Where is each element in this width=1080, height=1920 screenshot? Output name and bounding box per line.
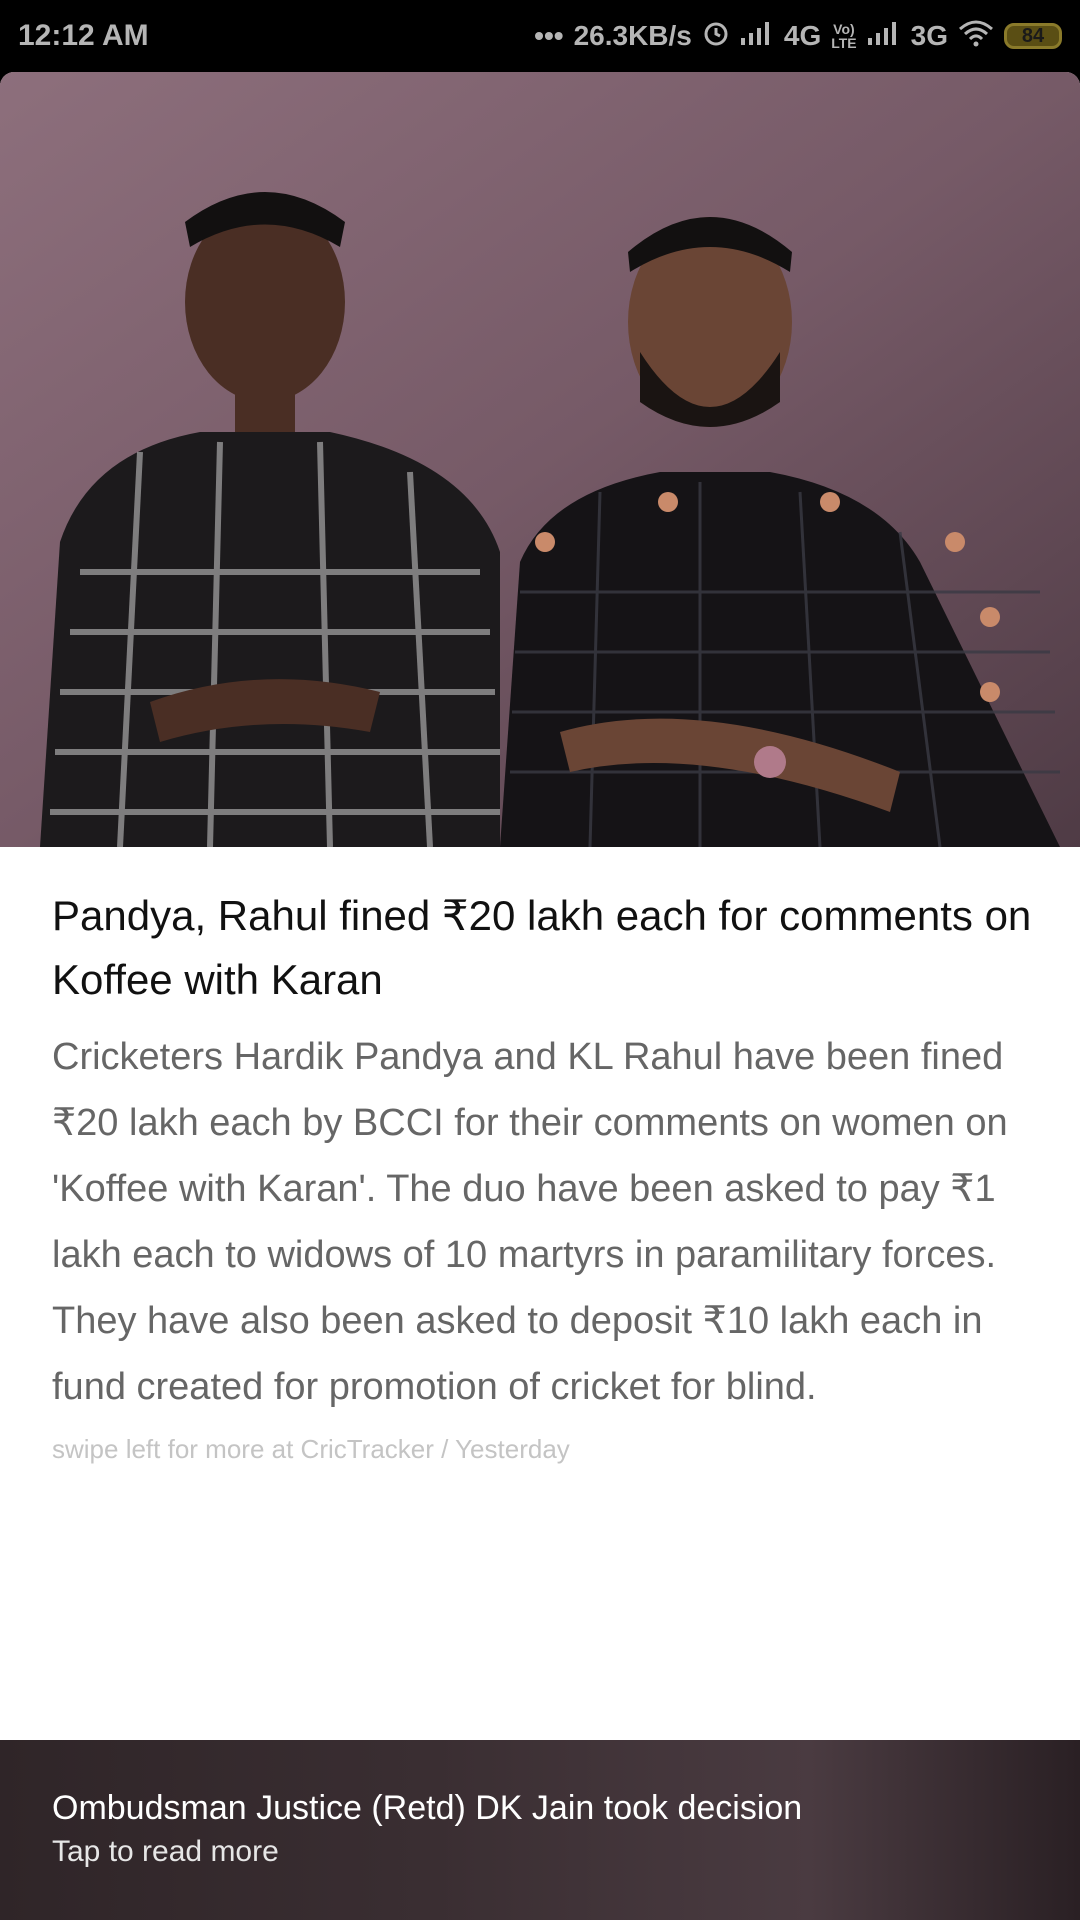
- signal-icon-2: [867, 20, 901, 53]
- network-speed: 26.3KB/s: [573, 20, 692, 51]
- footer-title: Ombudsman Justice (Retd) DK Jain took de…: [52, 1789, 803, 1827]
- more-dots-icon: •••: [534, 20, 564, 51]
- status-time: 12:12 AM: [18, 19, 149, 52]
- article-content: Pandya, Rahul fined ₹20 lakh each for co…: [52, 884, 1032, 1465]
- network-type-3g: 3G: [910, 20, 948, 51]
- status-icons: ••• 26.3KB/s 4G Vo) LTE 3G 84: [534, 19, 1062, 54]
- network-type-4g: 4G: [783, 20, 822, 51]
- volte-icon: Vo) LTE: [831, 21, 857, 51]
- article-headline: Pandya, Rahul fined ₹20 lakh each for co…: [52, 892, 1032, 1003]
- read-more-footer[interactable]: Ombudsman Justice (Retd) DK Jain took de…: [0, 1740, 1080, 1920]
- signal-icon: [740, 20, 774, 53]
- wifi-icon: [958, 19, 994, 54]
- status-bar: 12:12 AM ••• 26.3KB/s 4G Vo) LTE 3G 84: [0, 0, 1080, 72]
- source-line[interactable]: swipe left for more at CricTracker / Yes…: [52, 1434, 1032, 1465]
- tap-to-read-more: Tap to read more: [52, 1835, 279, 1868]
- battery-icon: 84: [1004, 23, 1062, 49]
- article-body: Cricketers Hardik Pandya and KL Rahul ha…: [52, 1036, 1008, 1408]
- article-photo: [0, 72, 1080, 847]
- alarm-icon: [702, 19, 730, 54]
- article-image[interactable]: [0, 72, 1080, 847]
- news-card[interactable]: Pandya, Rahul fined ₹20 lakh each for co…: [0, 72, 1080, 1920]
